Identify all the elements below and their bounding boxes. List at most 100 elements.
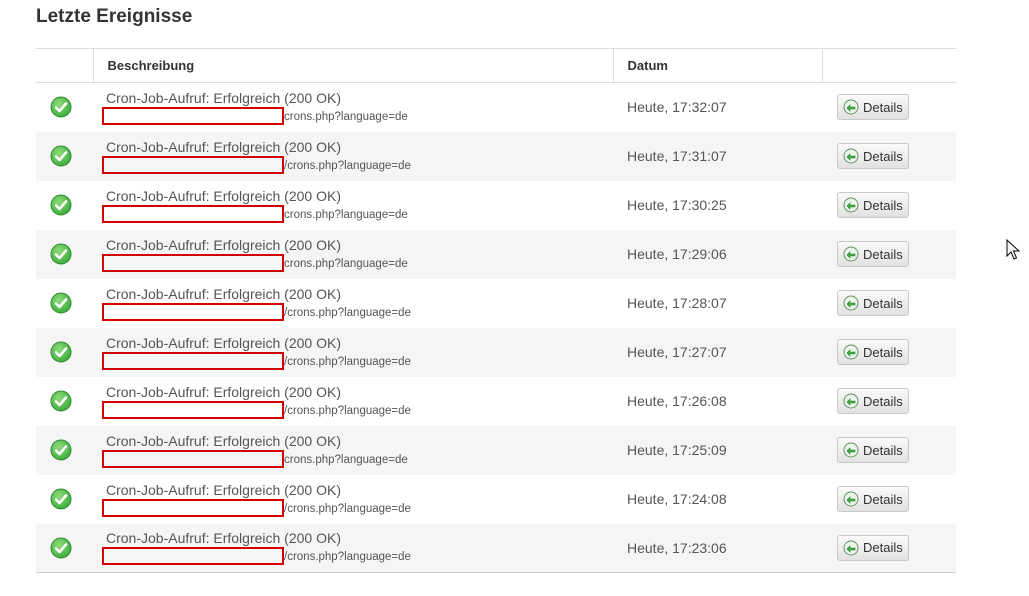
event-date: Heute, 17:29:06 xyxy=(627,246,727,262)
table-header-row: Beschreibung Datum xyxy=(36,48,956,83)
event-url: /crons.php?language=de xyxy=(102,498,613,517)
event-date: Heute, 17:26:08 xyxy=(627,393,727,409)
event-date: Heute, 17:25:09 xyxy=(627,442,727,458)
event-date: Heute, 17:31:07 xyxy=(627,148,727,164)
description-cell: Cron-Job-Aufruf: Erfolgreich (200 OK) /c… xyxy=(93,524,613,573)
events-table: Beschreibung Datum Cron-Job-Aufruf: Erfo… xyxy=(36,48,956,573)
table-row: Cron-Job-Aufruf: Erfolgreich (200 OK) /c… xyxy=(36,377,956,426)
details-button[interactable]: Details xyxy=(837,290,909,316)
status-cell xyxy=(36,328,93,377)
table-row: Cron-Job-Aufruf: Erfolgreich (200 OK) /c… xyxy=(36,475,956,524)
details-icon xyxy=(843,197,859,213)
description-cell: Cron-Job-Aufruf: Erfolgreich (200 OK) cr… xyxy=(93,426,613,475)
event-url: /crons.php?language=de xyxy=(102,302,613,321)
check-circle-icon xyxy=(50,194,71,216)
event-description: Cron-Job-Aufruf: Erfolgreich (200 OK) xyxy=(106,138,341,155)
status-cell xyxy=(36,524,93,573)
event-description: Cron-Job-Aufruf: Erfolgreich (200 OK) xyxy=(106,383,341,400)
status-cell xyxy=(36,132,93,181)
details-button-label: Details xyxy=(863,393,903,409)
description-cell: Cron-Job-Aufruf: Erfolgreich (200 OK) /c… xyxy=(93,279,613,328)
header-description: Beschreibung xyxy=(92,48,613,83)
event-url: crons.php?language=de xyxy=(102,253,613,272)
status-cell xyxy=(36,426,93,475)
check-circle-icon xyxy=(50,488,71,510)
table-row: Cron-Job-Aufruf: Erfolgreich (200 OK) cr… xyxy=(36,425,956,475)
event-url-suffix: crons.php?language=de xyxy=(284,110,408,123)
event-url-suffix: /crons.php?language=de xyxy=(284,355,411,368)
details-button[interactable]: Details xyxy=(837,94,909,121)
page: Letzte Ereignisse Beschreibung Datum Cro… xyxy=(0,0,1029,596)
event-url: crons.php?language=de xyxy=(102,106,613,125)
details-icon xyxy=(843,442,859,458)
event-description: Cron-Job-Aufruf: Erfolgreich (200 OK) xyxy=(106,432,341,449)
mouse-cursor-icon xyxy=(1006,239,1020,260)
redaction-box xyxy=(102,106,284,125)
redaction-box xyxy=(102,155,284,174)
actions-cell: Details xyxy=(822,377,956,426)
status-cell xyxy=(36,83,93,132)
redaction-box xyxy=(102,204,284,223)
table-row: Cron-Job-Aufruf: Erfolgreich (200 OK) /c… xyxy=(36,131,956,181)
actions-cell: Details xyxy=(822,83,956,132)
details-button-label: Details xyxy=(863,442,903,458)
event-date: Heute, 17:27:07 xyxy=(627,344,727,360)
event-description: Cron-Job-Aufruf: Erfolgreich (200 OK) xyxy=(106,187,341,204)
details-button[interactable]: Details xyxy=(837,192,909,218)
details-button[interactable]: Details xyxy=(837,143,909,169)
description-cell: Cron-Job-Aufruf: Erfolgreich (200 OK) /c… xyxy=(93,475,613,524)
details-icon xyxy=(843,491,859,507)
event-date: Heute, 17:23:06 xyxy=(627,539,727,556)
event-url-suffix: /crons.php?language=de xyxy=(284,159,411,172)
details-button-label: Details xyxy=(863,99,903,115)
details-icon xyxy=(843,99,859,115)
details-button-label: Details xyxy=(863,540,903,556)
table-row: Cron-Job-Aufruf: Erfolgreich (200 OK) cr… xyxy=(36,181,956,230)
event-url-suffix: crons.php?language=de xyxy=(284,208,408,221)
event-url-suffix: /crons.php?language=de xyxy=(284,404,411,417)
details-button[interactable]: Details xyxy=(837,241,909,267)
status-cell xyxy=(36,475,93,524)
actions-cell: Details xyxy=(822,426,956,475)
redaction-box xyxy=(102,449,284,468)
redaction-box xyxy=(102,253,284,272)
event-description: Cron-Job-Aufruf: Erfolgreich (200 OK) xyxy=(106,285,341,302)
details-icon xyxy=(843,393,859,409)
redaction-box xyxy=(102,547,284,566)
check-circle-icon xyxy=(50,243,71,265)
description-cell: Cron-Job-Aufruf: Erfolgreich (200 OK) /c… xyxy=(93,132,613,181)
status-cell xyxy=(36,181,93,230)
details-button-label: Details xyxy=(863,491,903,507)
event-description: Cron-Job-Aufruf: Erfolgreich (200 OK) xyxy=(106,481,341,498)
status-cell xyxy=(36,230,93,279)
actions-cell: Details xyxy=(822,132,956,181)
events-table-body: Cron-Job-Aufruf: Erfolgreich (200 OK) cr… xyxy=(36,83,956,573)
check-circle-icon xyxy=(50,341,71,363)
event-url-suffix: crons.php?language=de xyxy=(284,453,408,466)
details-button[interactable]: Details xyxy=(837,534,909,561)
event-url-suffix: /crons.php?language=de xyxy=(284,306,411,319)
description-cell: Cron-Job-Aufruf: Erfolgreich (200 OK) /c… xyxy=(93,328,613,377)
redaction-box xyxy=(102,498,284,517)
event-description: Cron-Job-Aufruf: Erfolgreich (200 OK) xyxy=(106,334,341,351)
table-row: Cron-Job-Aufruf: Erfolgreich (200 OK) /c… xyxy=(36,523,956,573)
details-button[interactable]: Details xyxy=(837,437,909,463)
redaction-box xyxy=(102,302,284,321)
details-icon xyxy=(843,344,859,360)
details-button[interactable]: Details xyxy=(837,486,909,512)
header-status xyxy=(36,49,93,83)
description-cell: Cron-Job-Aufruf: Erfolgreich (200 OK) /c… xyxy=(93,377,613,426)
status-cell xyxy=(36,377,93,426)
actions-cell: Details xyxy=(822,524,956,573)
details-button-label: Details xyxy=(863,344,903,360)
section-title: Letzte Ereignisse xyxy=(36,6,193,27)
details-button[interactable]: Details xyxy=(837,388,909,414)
details-button-label: Details xyxy=(863,295,903,311)
details-button-label: Details xyxy=(863,148,903,164)
table-row: Cron-Job-Aufruf: Erfolgreich (200 OK) cr… xyxy=(36,229,956,279)
check-circle-icon xyxy=(50,96,71,118)
actions-cell: Details xyxy=(822,475,956,524)
details-button-label: Details xyxy=(863,197,903,213)
event-description: Cron-Job-Aufruf: Erfolgreich (200 OK) xyxy=(106,89,341,106)
details-button[interactable]: Details xyxy=(837,339,909,365)
